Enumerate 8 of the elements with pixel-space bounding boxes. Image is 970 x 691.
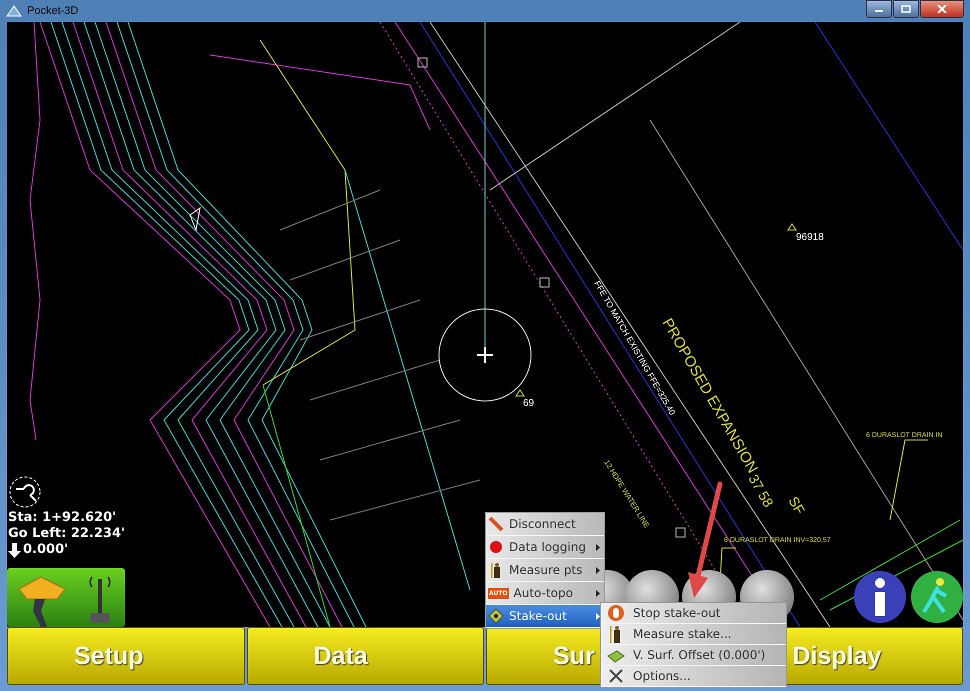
point-label: 96918 [796, 232, 824, 243]
point-label: 69 [523, 398, 534, 409]
offset-readout: Go Left: 22.234' [8, 526, 125, 542]
cad-area: 37 58 [745, 472, 777, 510]
station-readout: Sta: 1+92.620' [8, 510, 118, 526]
window-title: Pocket-3D [27, 5, 78, 17]
cad-area: SF [785, 494, 808, 517]
elevation-readout: 0.000' [23, 542, 68, 558]
